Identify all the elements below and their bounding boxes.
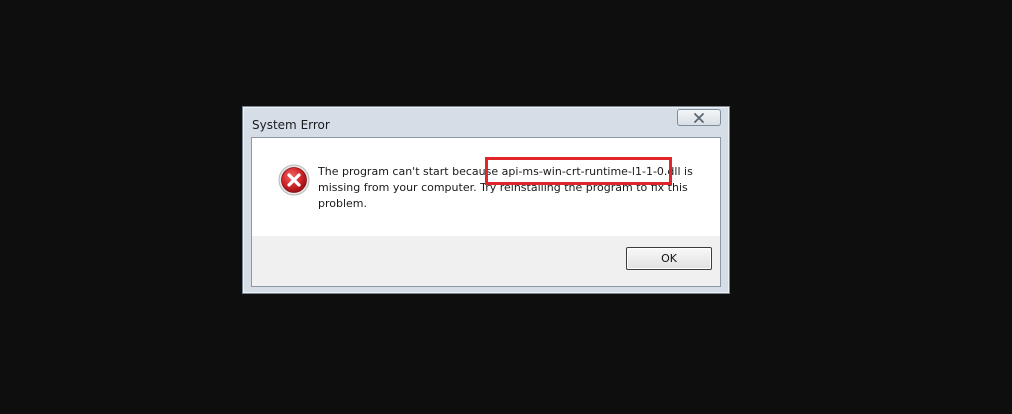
close-button[interactable] — [677, 109, 721, 126]
error-icon — [278, 164, 310, 196]
message-text-start: The program can't start because — [318, 165, 502, 178]
close-icon — [693, 108, 705, 127]
title-bar[interactable]: System Error — [243, 107, 729, 137]
button-bar: OK — [252, 236, 720, 286]
error-message: The program can't start because api-ms-w… — [318, 164, 693, 212]
dialog-client-area: The program can't start because api-ms-w… — [251, 137, 721, 287]
dll-name: api-ms-win-crt-runtime-l1-1-0.dll — [501, 165, 681, 178]
dialog-title: System Error — [252, 118, 330, 132]
system-error-dialog: System Error The program can't start bec… — [242, 106, 730, 294]
ok-button[interactable]: OK — [626, 247, 712, 270]
message-area: The program can't start because api-ms-w… — [252, 138, 720, 236]
